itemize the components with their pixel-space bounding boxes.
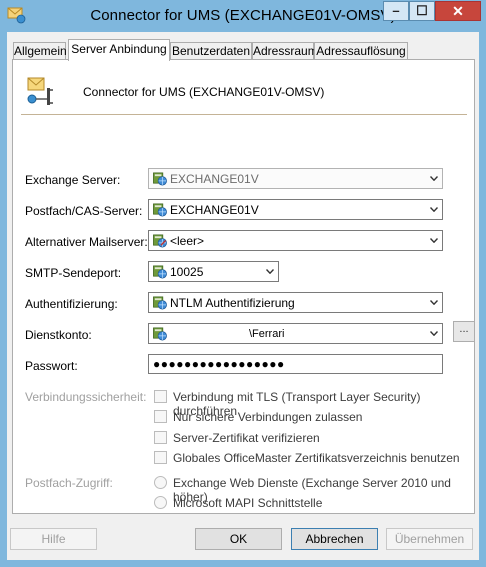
connector-icon (27, 77, 53, 105)
dienstkonto-value: \Ferrari (249, 328, 285, 340)
auth-combo[interactable]: NTLM Authentifizierung (148, 292, 443, 313)
dialog-client-area: Allgemein Server Anbindung Benutzerdaten… (7, 32, 479, 560)
minimize-button[interactable]: – (383, 1, 409, 21)
secure-only-checkbox[interactable] (154, 410, 167, 423)
chevron-down-icon (430, 176, 438, 181)
exchange-server-label: Exchange Server: (25, 173, 121, 187)
auth-label: Authentifizierung: (25, 297, 118, 311)
globe-icon (152, 171, 168, 186)
ews-radio[interactable] (154, 476, 167, 489)
mapi-radio[interactable] (154, 496, 167, 509)
apply-button[interactable]: Übernehmen (386, 528, 473, 550)
globe-edit-icon (152, 233, 168, 248)
dialog-window: Connector for UMS (EXCHANGE01V-OMSV) – ☐… (0, 0, 486, 567)
globe-icon (152, 202, 168, 217)
globe-icon (152, 264, 168, 279)
ok-button[interactable]: OK (195, 528, 282, 550)
exchange-server-combo[interactable]: EXCHANGE01V (148, 168, 443, 189)
tab-adressaufloesung[interactable]: Adressauflösung (314, 42, 408, 60)
chevron-down-icon (430, 238, 438, 243)
chevron-down-icon (430, 300, 438, 305)
tab-server-anbindung[interactable]: Server Anbindung (68, 39, 170, 61)
maximize-button[interactable]: ☐ (409, 1, 435, 21)
tab-adressraum[interactable]: Adressraum (252, 42, 318, 60)
smtp-port-value: 10025 (170, 265, 204, 279)
browse-account-button[interactable]: ... (453, 321, 475, 342)
tls-checkbox[interactable] (154, 390, 167, 403)
postfach-cas-combo[interactable]: EXCHANGE01V (148, 199, 443, 220)
dienstkonto-combo[interactable]: \Ferrari (148, 323, 443, 344)
redacted-area (170, 326, 248, 341)
chevron-down-icon (266, 269, 274, 274)
secure-only-label: Nur sichere Verbindungen zulassen (173, 410, 363, 424)
postfach-cas-label: Postfach/CAS-Server: (25, 204, 143, 218)
verify-cert-checkbox[interactable] (154, 431, 167, 444)
password-value: ●●●●●●●●●●●●●●●●● (153, 357, 285, 371)
cancel-button[interactable]: Abbrechen (291, 528, 378, 550)
header-divider (21, 114, 467, 115)
global-cert-dir-checkbox[interactable] (154, 451, 167, 464)
smtp-port-combo[interactable]: 10025 (148, 261, 279, 282)
smtp-port-label: SMTP-Sendeport: (25, 266, 122, 280)
exchange-server-value: EXCHANGE01V (170, 172, 259, 186)
alt-mailserver-label: Alternativer Mailserver: (25, 235, 148, 249)
alt-mailserver-combo[interactable]: <leer> (148, 230, 443, 251)
postfach-cas-value: EXCHANGE01V (170, 203, 259, 217)
connector-title: Connector for UMS (EXCHANGE01V-OMSV) (83, 85, 325, 99)
auth-value: NTLM Authentifizierung (170, 296, 295, 310)
maximize-icon: ☐ (416, 3, 428, 18)
verify-cert-label: Server-Zertifikat verifizieren (173, 431, 320, 445)
mapi-label: Microsoft MAPI Schnittstelle (173, 496, 323, 510)
globe-icon (152, 295, 168, 310)
close-icon: ✕ (452, 3, 464, 19)
globe-icon (152, 326, 168, 341)
alt-mailserver-value: <leer> (170, 234, 205, 248)
title-bar[interactable]: Connector for UMS (EXCHANGE01V-OMSV) – ☐… (0, 0, 486, 32)
chevron-down-icon (430, 331, 438, 336)
passwort-label: Passwort: (25, 359, 78, 373)
mailbox-access-label: Postfach-Zugriff: (25, 476, 113, 490)
close-button[interactable]: ✕ (435, 1, 481, 21)
password-field[interactable]: ●●●●●●●●●●●●●●●●● (148, 354, 443, 374)
tab-allgemein[interactable]: Allgemein (13, 42, 67, 60)
dienstkonto-label: Dienstkonto: (25, 328, 92, 342)
tab-panel: Connector for UMS (EXCHANGE01V-OMSV) Exc… (12, 59, 475, 514)
chevron-down-icon (430, 207, 438, 212)
help-button[interactable]: Hilfe (10, 528, 97, 550)
minimize-icon: – (392, 3, 400, 18)
security-label: Verbindungssicherheit: (25, 390, 147, 404)
global-cert-dir-label: Globales OfficeMaster Zertifikatsverzeic… (173, 451, 460, 465)
tab-benutzerdaten[interactable]: Benutzerdaten (170, 42, 252, 60)
